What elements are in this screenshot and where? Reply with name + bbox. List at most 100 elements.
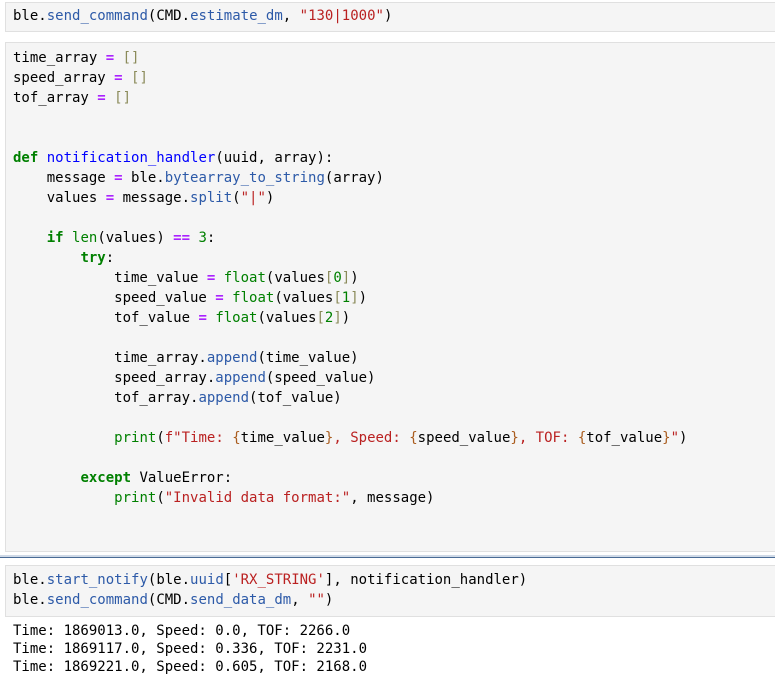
code-token: "|" [240,190,266,206]
code-token: (values [274,290,334,306]
code-line: except ValueError: [13,468,687,488]
code-line: time_array = [] [13,48,687,68]
code-token: "130|1000" [299,8,384,24]
code-cell-2-source[interactable]: time_array = [] speed_array = [] tof_array… [13,48,687,508]
code-token: ) [358,290,368,306]
code-token: (ble. [147,572,191,588]
code-token: = [198,310,207,326]
code-token: = [114,170,123,186]
code-token: 0 [333,270,342,286]
code-line: print(f"Time: {time_value}, Speed: {spee… [13,428,687,448]
code-token: if [46,230,64,246]
code-token: 3 [198,230,207,246]
code-token: ble [13,592,39,608]
output-line: Time: 1869221.0, Speed: 0.605, TOF: 2168… [13,659,368,675]
code-token: ValueError: [131,470,233,486]
code-token: 'RX_STRING' [232,572,325,588]
cell-selection-divider-line [0,557,775,558]
code-line: time_value = float(values[0]) [13,268,687,288]
code-token: speed_array [13,70,115,86]
code-token: = [215,290,224,306]
code-token: . [38,8,47,24]
code-token: except [80,470,132,486]
code-token: ) [324,592,334,608]
code-token: ) [350,270,359,286]
code-token: , [282,8,300,24]
code-line: message = ble.bytearray_to_string(array) [13,168,687,188]
code-token: ] [350,290,359,306]
code-token: ) [341,310,351,326]
code-token: time_value [13,270,207,286]
output-line: Time: 1869117.0, Speed: 0.336, TOF: 2231… [13,641,368,657]
code-token: ) [679,430,688,446]
code-token: float [232,290,275,306]
code-token: ], notification_handler) [324,572,528,588]
notebook-page: ble.send_command(CMD.estimate_dm, "130|1… [0,0,775,682]
code-token: . [38,572,47,588]
code-token: 1 [341,290,351,306]
code-token: speed_array. [13,370,216,386]
code-line: tof_array.append(tof_value) [13,388,687,408]
code-token: (values) [97,230,174,246]
code-token: float [223,270,266,286]
code-token: [] [122,50,140,66]
code-token: (CMD. [147,592,191,608]
code-token: , Speed: [333,430,410,446]
code-line: speed_value = float(values[1]) [13,288,687,308]
code-token: append [215,370,266,386]
code-token: append [206,350,258,366]
code-token: [] [114,90,132,106]
code-token: len [72,230,98,246]
code-token: start_notify [46,572,148,588]
code-token: split [190,190,233,206]
code-token: : [206,230,216,246]
code-token: , [291,592,309,608]
code-token: ] [333,310,342,326]
code-token: bytearray_to_string [164,170,325,186]
code-line: tof_array = [] [13,88,687,108]
code-token: f"Time: [164,430,233,446]
code-token: " [670,430,679,446]
code-token: ( [156,490,165,506]
code-token: . [38,592,47,608]
code-token: [] [131,70,148,86]
code-token: (speed_value) [265,370,376,386]
code-token: ( [156,430,165,446]
code-token: } [662,430,671,446]
code-token: time_array. [13,350,207,366]
code-line: def notification_handler(uuid, array): [13,148,687,168]
code-token: (tof_value) [249,390,342,406]
code-token: == [173,230,191,246]
code-token: { [232,430,241,446]
code-token: = [97,90,106,106]
code-token: (uuid, array): [215,150,334,166]
code-token: time_array [13,50,106,66]
code-cell-1-source[interactable]: ble.send_command(CMD.estimate_dm, "130|1… [13,6,392,26]
code-cell-3-source[interactable]: ble.start_notify(ble.uuid['RX_STRING'], … [13,570,527,610]
code-token: [ [333,290,342,306]
code-line: time_array.append(time_value) [13,348,687,368]
code-token: (time_value) [257,350,359,366]
code-token: (values [265,270,325,286]
code-token: try [80,250,106,266]
code-token: values [13,190,106,206]
code-token: "Invalid data format:" [164,490,351,506]
code-token: print [114,490,157,506]
code-token: ) [383,8,393,24]
code-token: [ [223,572,233,588]
code-token: send_command [46,8,148,24]
code-token: float [215,310,258,326]
code-token: def [13,150,39,166]
code-token: notification_handler [46,150,216,166]
